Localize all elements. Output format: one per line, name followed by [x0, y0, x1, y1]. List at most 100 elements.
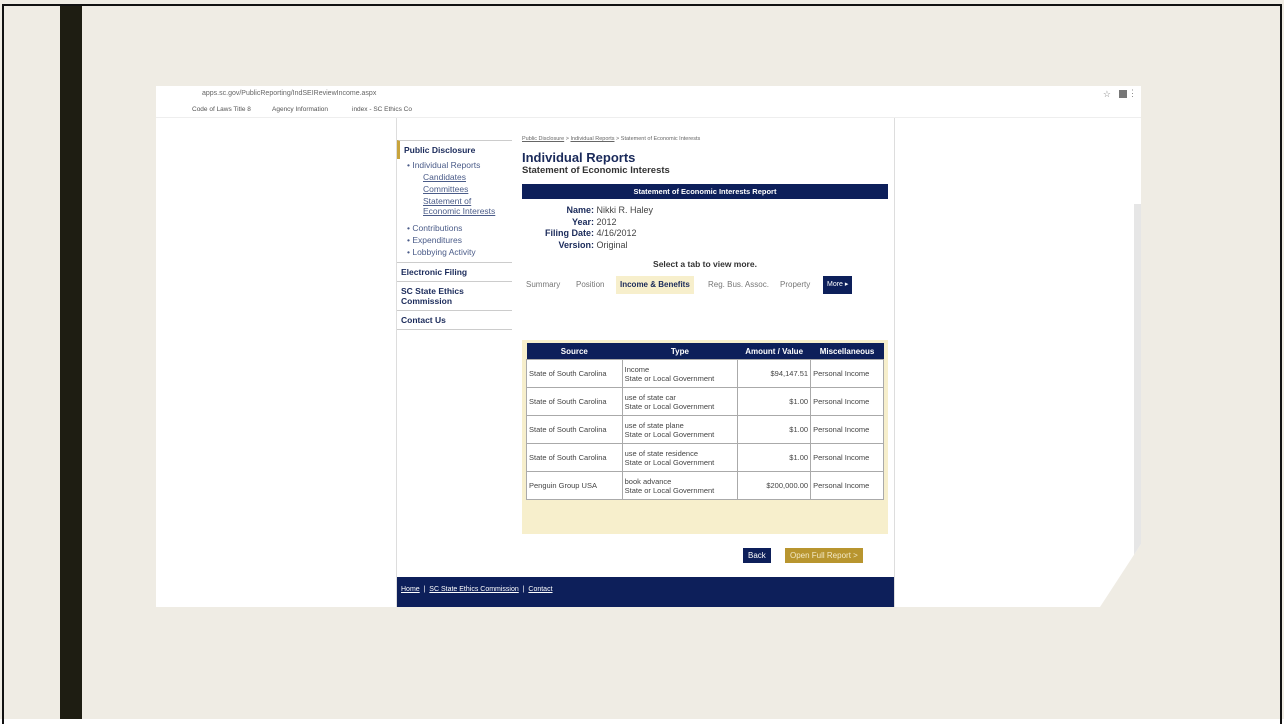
extension-icon[interactable]	[1119, 90, 1127, 98]
footer-separator: |	[522, 586, 525, 593]
sidebar-commission-line1: SC State Ethics	[401, 286, 464, 296]
page-subtitle: Statement of Economic Interests	[522, 165, 670, 176]
filer-version-row: Version: Original	[522, 240, 888, 252]
footer-commission-link[interactable]: SC State Ethics Commission	[429, 586, 518, 593]
cell-type-line1: book advance	[624, 476, 672, 486]
breadcrumb-public-disclosure[interactable]: Public Disclosure	[522, 136, 564, 142]
cell-type-line2: State or Local Government	[624, 485, 715, 495]
table-header-row: Source Type Amount / Value Miscellaneous	[526, 343, 884, 360]
sidebar-statement-line1[interactable]: Statement of	[397, 195, 512, 206]
breadcrumb-individual-reports[interactable]: Individual Reports	[570, 136, 614, 142]
bookmark-agency-information[interactable]: Agency Information	[272, 106, 328, 113]
income-table: Source Type Amount / Value Miscellaneous…	[526, 343, 884, 500]
sidebar-lobbying-label: Lobbying Activity	[412, 247, 476, 257]
cell-source: Penguin Group USA	[526, 471, 623, 500]
cell-type-line1: use of state residence	[624, 448, 699, 458]
income-panel: Source Type Amount / Value Miscellaneous…	[522, 340, 888, 534]
footer-links: Home | SC State Ethics Commission | Cont…	[401, 586, 553, 593]
name-label: Name:	[566, 205, 594, 215]
table-row: State of South Carolina use of state pla…	[526, 415, 884, 444]
menu-icon[interactable]: ⋮	[1128, 88, 1137, 99]
cell-amount: $1.00	[737, 415, 812, 444]
table-row: State of South Carolina Income State or L…	[526, 359, 884, 388]
cell-misc: Personal Income	[810, 387, 884, 416]
tab-position[interactable]: Position	[576, 276, 604, 294]
cell-misc: Personal Income	[810, 471, 884, 500]
cell-type-line2: State or Local Government	[624, 457, 715, 467]
cell-type: use of state plane State or Local Governm…	[621, 415, 739, 444]
presentation-slide: apps.sc.gov/PublicReporting/IndSEIReview…	[0, 0, 1284, 724]
cell-amount: $200,000.00	[737, 471, 812, 500]
cell-type: book advance State or Local Government	[621, 471, 739, 500]
cell-type: use of state car State or Local Governmen…	[621, 387, 739, 416]
breadcrumb-separator: >	[616, 136, 620, 142]
open-full-report-button[interactable]: Open Full Report >	[785, 548, 863, 563]
page-footer: Home | SC State Ethics Commission | Cont…	[397, 577, 894, 607]
sidebar-contributions[interactable]: • Contributions	[397, 222, 512, 234]
sidebar-contact-us[interactable]: Contact Us	[397, 310, 512, 330]
version-label: Version:	[558, 239, 594, 250]
sidebar-expenditures[interactable]: • Expenditures	[397, 234, 512, 246]
filing-date-label: Filing Date:	[545, 228, 594, 238]
filer-year-row: Year: 2012	[522, 217, 888, 229]
cell-misc: Personal Income	[810, 443, 884, 472]
sidebar-commission-line2: Commission	[401, 296, 453, 306]
sidebar-lobbying[interactable]: • Lobbying Activity	[397, 246, 512, 258]
main-content: Public Disclosure > Individual Reports >…	[522, 136, 888, 534]
select-tab-prompt: Select a tab to view more.	[653, 259, 757, 269]
sidebar-nav: Public Disclosure • Individual Reports C…	[397, 140, 512, 330]
sidebar-statement-line2[interactable]: Economic Interests	[397, 206, 512, 217]
footer-contact-link[interactable]: Contact	[528, 586, 552, 593]
table-row: State of South Carolina use of state res…	[526, 443, 884, 472]
breadcrumb-separator: >	[565, 136, 569, 142]
cell-source: State of South Carolina	[526, 387, 623, 416]
address-bar[interactable]: apps.sc.gov/PublicReporting/IndSEIReview…	[156, 86, 1141, 103]
table-row: Penguin Group USA book advance State or L…	[526, 471, 884, 500]
cell-type-line2: State or Local Government	[624, 373, 715, 383]
breadcrumb-current: Statement of Economic Interests	[620, 136, 701, 142]
filer-info: Name: Nikki R. Haley Year: 2012 Filing D…	[522, 205, 888, 251]
cell-source: State of South Carolina	[526, 415, 623, 444]
column-header-misc[interactable]: Miscellaneous	[810, 343, 884, 360]
tab-reg-bus-assoc[interactable]: Reg. Bus. Assoc.	[708, 276, 769, 294]
filer-year: 2012	[596, 216, 617, 227]
cell-type: use of state residence State or Local Gov…	[621, 443, 739, 472]
url-text[interactable]: apps.sc.gov/PublicReporting/IndSEIReview…	[202, 90, 376, 97]
browser-screenshot: apps.sc.gov/PublicReporting/IndSEIReview…	[156, 86, 1141, 607]
column-header-type[interactable]: Type	[622, 343, 738, 360]
sidebar-commission[interactable]: SC State Ethics Commission	[397, 281, 512, 310]
breadcrumb: Public Disclosure > Individual Reports >…	[522, 136, 888, 142]
scrollbar[interactable]	[1134, 204, 1141, 564]
year-label: Year:	[571, 216, 594, 227]
sidebar-electronic-filing[interactable]: Electronic Filing	[397, 262, 512, 281]
column-header-source[interactable]: Source	[526, 343, 623, 360]
slide-accent-bar	[60, 6, 82, 719]
sidebar-candidates[interactable]: Candidates	[397, 171, 512, 183]
sidebar-individual-reports-label: Individual Reports	[412, 160, 481, 170]
tab-property[interactable]: Property	[780, 276, 810, 294]
cell-type-line1: use of state car	[624, 392, 676, 402]
sidebar-expenditures-label: Expenditures	[412, 235, 462, 245]
sidebar-individual-reports[interactable]: • Individual Reports	[397, 159, 512, 171]
bookmark-ethics-index[interactable]: index - SC Ethics Co	[352, 106, 412, 113]
bookmarks-bar: Code of Laws Title 8 Agency Information …	[156, 103, 1141, 118]
cell-type-line1: Income	[624, 364, 650, 374]
star-icon[interactable]: ☆	[1103, 89, 1111, 100]
back-button[interactable]: Back	[743, 548, 771, 563]
sidebar-public-disclosure[interactable]: Public Disclosure	[397, 140, 512, 159]
sidebar-committees[interactable]: Committees	[397, 183, 512, 195]
tab-summary[interactable]: Summary	[526, 276, 560, 294]
sidebar-contributions-label: Contributions	[412, 223, 463, 233]
tab-income-benefits[interactable]: Income & Benefits	[616, 276, 694, 294]
filer-name: Nikki R. Haley	[596, 205, 654, 215]
cell-type-line2: State or Local Government	[624, 429, 715, 439]
tab-more[interactable]: More ▸	[823, 276, 853, 294]
report-tabs: Summary Position Income & Benefits Reg. …	[522, 276, 888, 294]
footer-home-link[interactable]: Home	[401, 586, 420, 593]
bookmark-code-of-laws[interactable]: Code of Laws Title 8	[192, 106, 251, 113]
filing-date: 4/16/2012	[596, 228, 637, 238]
cell-amount: $1.00	[737, 387, 812, 416]
cell-source: State of South Carolina	[526, 443, 623, 472]
filer-date-row: Filing Date: 4/16/2012	[522, 228, 888, 240]
column-header-amount[interactable]: Amount / Value	[737, 343, 811, 360]
